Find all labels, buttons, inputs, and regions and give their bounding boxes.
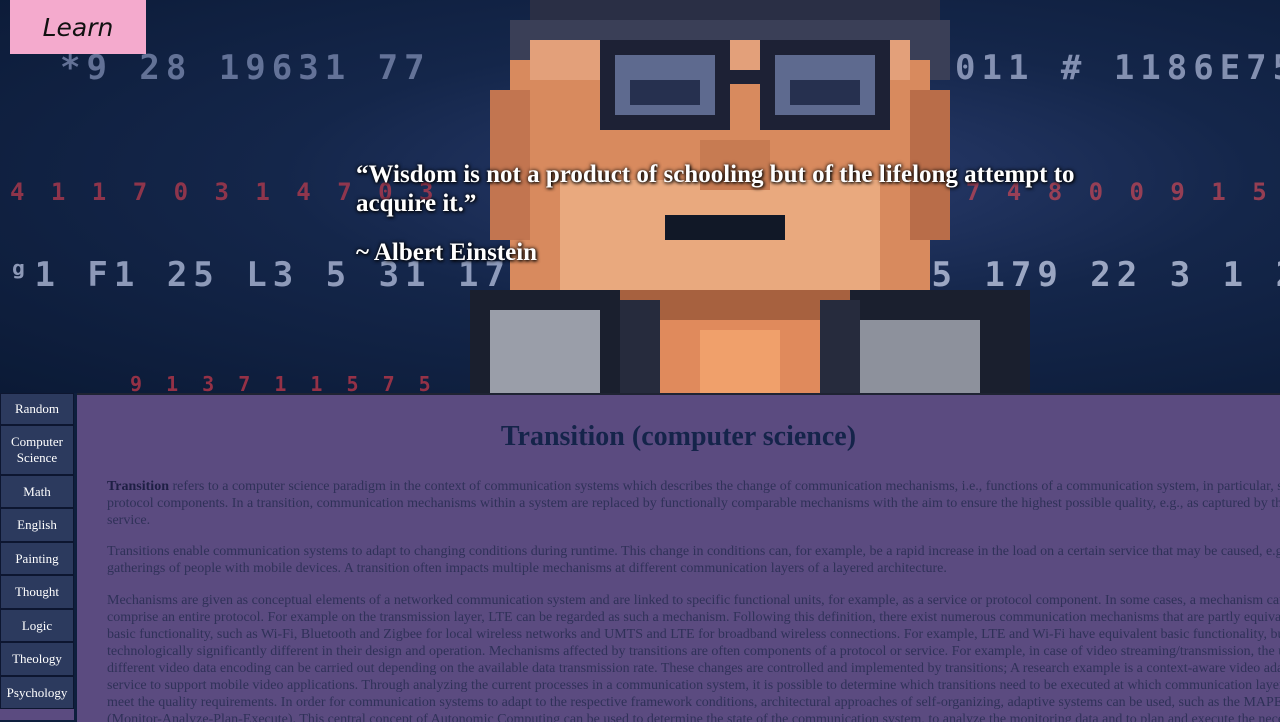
hero-quote: “Wisdom is not a product of schooling bu… [356,161,1075,217]
sidebar-nav: Random Computer Science Math English Pai… [0,393,74,720]
sidebar-item-math[interactable]: Math [0,475,74,508]
article-paragraph: Transition refers to a computer science … [107,478,1280,529]
sidebar-item-computer-science[interactable]: Computer Science [0,425,74,475]
sidebar-item-logic[interactable]: Logic [0,609,74,642]
sidebar-item-english[interactable]: English [0,508,74,542]
quote-author: ~ Albert Einstein [356,239,538,266]
article-term: Transition [107,479,169,494]
article-paragraph: Transitions enable communication systems… [107,544,1280,576]
article-title: Transition (computer science) [500,421,857,452]
digit-row: *9 28 19631 77 [60,48,431,88]
sidebar-item-random[interactable]: Random [0,393,74,425]
learn-button[interactable]: Learn [10,0,146,54]
sidebar-item-psychology[interactable]: Psychology [0,676,74,709]
sidebar-item-thought[interactable]: Thought [0,575,74,609]
article-content: Transition (computer science) Transition… [77,393,1280,722]
article-paragraph: Mechanisms are given as conceptual eleme… [107,593,1280,722]
article-paragraph-text: refers to a computer science paradigm in… [107,479,1280,528]
digit-row: 9 1 3 7 1 1 5 7 5 [130,372,437,393]
sidebar-item-painting[interactable]: Painting [0,542,74,575]
hero-banner: *9 28 19631 77 011 # 1186E75 4 1 1 7 0 3… [0,0,1280,393]
sidebar-item-theology[interactable]: Theology [0,642,74,676]
